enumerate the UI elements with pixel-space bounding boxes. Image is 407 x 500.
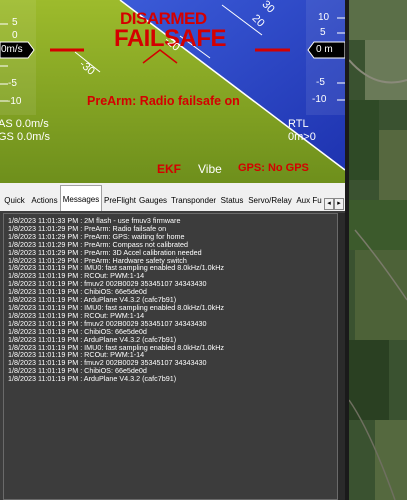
flight-mode: RTL bbox=[288, 118, 309, 130]
speed-tick-label: 0 bbox=[12, 30, 18, 41]
alt-tick-label: -10 bbox=[312, 94, 327, 105]
speed-tick-label: -10 bbox=[7, 96, 22, 107]
airspeed-readout: AS 0.0m/s bbox=[0, 118, 49, 130]
tab-aux-functions[interactable]: Aux Fu bbox=[294, 189, 324, 211]
messages-scrollbar[interactable] bbox=[338, 213, 345, 500]
ekf-indicator[interactable]: EKF bbox=[157, 162, 181, 176]
tab-quick[interactable]: Quick bbox=[2, 189, 27, 211]
map-splitter[interactable] bbox=[345, 0, 349, 500]
speed-tick-label: -5 bbox=[8, 78, 17, 89]
message-line: 1/8/2023 11:01:19 PM : ArduPlane V4.3.2 … bbox=[8, 374, 177, 384]
messages-textbox[interactable]: 1/8/2023 11:01:33 PM : 2M flash - use fm… bbox=[3, 213, 338, 500]
alt-tick-label: 5 bbox=[320, 27, 326, 38]
tab-scroll-right-button[interactable]: ▸ bbox=[334, 198, 344, 210]
messages-panel: 1/8/2023 11:01:33 PM : 2M flash - use fm… bbox=[0, 211, 345, 500]
hud-display: DISARMED FAILSAFE PreArm: Radio failsafe… bbox=[0, 0, 345, 183]
groundspeed-readout: GS 0.0m/s bbox=[0, 131, 50, 143]
tab-scroll-left-button[interactable]: ◂ bbox=[324, 198, 334, 210]
tab-bar: Quick Actions Messages PreFlight Gauges … bbox=[0, 183, 345, 212]
alt-tick-label: -5 bbox=[316, 77, 325, 88]
tab-preflight[interactable]: PreFlight bbox=[103, 189, 137, 211]
tab-status[interactable]: Status bbox=[218, 189, 246, 211]
speed-tick-label: 5 bbox=[12, 17, 18, 28]
altitude-readout: 0 m bbox=[316, 44, 333, 55]
vibe-indicator[interactable]: Vibe bbox=[198, 162, 222, 176]
speed-readout: 0m/s bbox=[1, 44, 23, 55]
tab-messages[interactable]: Messages bbox=[60, 185, 102, 212]
tab-transponder[interactable]: Transponder bbox=[170, 189, 216, 211]
tab-servo-relay[interactable]: Servo/Relay bbox=[247, 189, 293, 211]
alt-tick-label: 10 bbox=[318, 12, 330, 23]
prearm-message: PreArm: Radio failsafe on bbox=[87, 94, 240, 108]
message-list: 1/8/2023 11:01:33 PM : 2M flash - use fm… bbox=[8, 217, 224, 383]
gps-status[interactable]: GPS: No GPS bbox=[238, 162, 309, 174]
home-distance: 0m>0 bbox=[288, 131, 316, 143]
tab-actions[interactable]: Actions bbox=[29, 189, 60, 211]
tab-gauges[interactable]: Gauges bbox=[138, 189, 168, 211]
satellite-map[interactable] bbox=[345, 0, 407, 500]
map-imagery bbox=[345, 0, 407, 500]
